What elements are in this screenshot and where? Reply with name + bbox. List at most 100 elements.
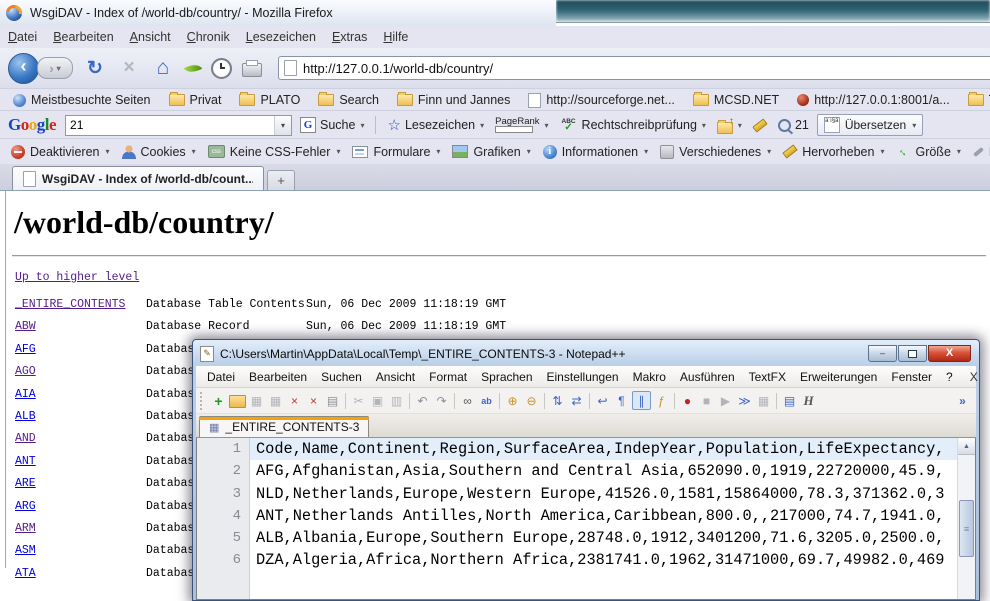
listing-link[interactable]: ARE: [15, 473, 146, 495]
html-preview-icon[interactable]: H: [800, 392, 817, 409]
menu-item[interactable]: Lesezeichen: [238, 30, 324, 44]
toolbar-separator[interactable]: [454, 393, 455, 409]
webdev-menu-button[interactable]: Verschiedenes ▾: [655, 145, 776, 159]
notepad-menu-item[interactable]: Bearbeiten: [242, 370, 314, 384]
bookmark-item[interactable]: MCSD.NET: [686, 93, 786, 107]
notepad-menu-item[interactable]: Suchen: [314, 370, 369, 384]
webdev-menu-button[interactable]: Informationen ▾: [538, 145, 653, 159]
notepad-titlebar[interactable]: C:\Users\Martin\AppData\Local\Temp\_ENTI…: [193, 340, 979, 365]
bookmark-item[interactable]: Privat: [162, 93, 229, 107]
forward-icon[interactable]: [37, 57, 73, 79]
macro-play-icon[interactable]: ▶: [717, 392, 734, 409]
highlighter-button[interactable]: [750, 122, 770, 129]
pagerank-widget[interactable]: PageRank ▾: [492, 117, 551, 133]
menu-item[interactable]: Ansicht: [122, 30, 179, 44]
toolbar-separator[interactable]: [499, 393, 500, 409]
google-search-box[interactable]: ▾: [65, 115, 292, 136]
close-all-icon[interactable]: ×: [305, 392, 322, 409]
show-symbols-icon[interactable]: ¶: [613, 392, 630, 409]
bookmark-item[interactable]: http://127.0.0.1:8001/a...: [790, 93, 957, 107]
redo-icon[interactable]: ↷: [433, 392, 450, 409]
copy-icon[interactable]: ▣: [369, 392, 386, 409]
listing-link[interactable]: ARM: [15, 518, 146, 540]
close-button[interactable]: X: [928, 345, 971, 362]
notepad-menu-item[interactable]: Fenster: [884, 370, 939, 384]
webdev-menu-button[interactable]: Deaktivieren ▾: [6, 145, 115, 159]
listing-link[interactable]: AFG: [15, 339, 146, 361]
sage-feed-icon[interactable]: [184, 60, 202, 75]
webdev-menu-button[interactable]: Cookies ▾: [117, 145, 201, 159]
webdev-menu-button[interactable]: Formulare ▾: [347, 145, 445, 159]
paste-icon[interactable]: ▥: [388, 392, 405, 409]
bookmark-item[interactable]: http://sourceforge.net...: [521, 93, 682, 108]
macro-stop-icon[interactable]: ■: [698, 392, 715, 409]
notepad-menu-item[interactable]: Einstellungen: [540, 370, 626, 384]
menu-item[interactable]: Chronik: [179, 30, 238, 44]
notepad-menu-item[interactable]: Ansicht: [369, 370, 422, 384]
undo-icon[interactable]: ↶: [414, 392, 431, 409]
listing-link[interactable]: _ENTIRE_CONTENTS: [15, 294, 146, 316]
webdev-menu-button[interactable]: Hervorheben ▾: [778, 145, 889, 159]
notepad-menu-item[interactable]: Erweiterungen: [793, 370, 884, 384]
notepad-menu-item[interactable]: Ausführen: [673, 370, 742, 384]
listing-link[interactable]: ASM: [15, 540, 146, 562]
toolbar-separator[interactable]: [544, 393, 545, 409]
webdev-menu-button[interactable]: Größe ▾: [891, 145, 965, 159]
listing-link[interactable]: AND: [15, 428, 146, 450]
url-bar[interactable]: http://127.0.0.1/world-db/country/: [278, 56, 990, 80]
cut-icon[interactable]: ✂: [350, 392, 367, 409]
sync-vertical-icon[interactable]: ⇅: [549, 392, 566, 409]
bookmark-item[interactable]: PLATO: [232, 93, 307, 107]
menu-item[interactable]: Extras: [324, 30, 375, 44]
toolbar-separator[interactable]: [674, 393, 675, 409]
listing-link[interactable]: ABW: [15, 316, 146, 338]
notepad-menu-item[interactable]: ?: [939, 370, 960, 384]
google-bookmarks-button[interactable]: ☆ Lesezeichen ▾: [384, 116, 487, 134]
reload-icon[interactable]: ↻: [83, 57, 107, 80]
word-wrap-icon[interactable]: ↩: [594, 392, 611, 409]
menu-item[interactable]: Hilfe: [375, 30, 416, 44]
webdev-menu-button[interactable]: Extras ▾: [968, 145, 990, 159]
macro-run-multiple-icon[interactable]: ≫: [736, 392, 753, 409]
google-search-input[interactable]: [66, 118, 274, 132]
close-file-icon[interactable]: ×: [286, 392, 303, 409]
back-icon[interactable]: [8, 53, 39, 84]
scroll-up-icon[interactable]: ▲: [958, 438, 975, 455]
function-list-icon[interactable]: ƒ: [653, 392, 670, 409]
word-find-button[interactable]: 21: [775, 118, 812, 132]
save-all-icon[interactable]: ▦: [267, 392, 284, 409]
notepad-menu-item[interactable]: Format: [422, 370, 474, 384]
print-icon[interactable]: [242, 63, 262, 77]
notepad-menu-item[interactable]: TextFX: [742, 370, 793, 384]
history-clock-icon[interactable]: [211, 58, 232, 79]
indent-guide-icon[interactable]: ∥: [632, 391, 651, 410]
spellcheck-button[interactable]: ABC✓ Rechtschreibprüfung ▾: [557, 118, 709, 132]
webdev-menu-button[interactable]: Grafiken ▾: [447, 145, 535, 159]
document-close-button[interactable]: X: [960, 370, 988, 384]
notepad-document-tab[interactable]: ▦ _ENTIRE_CONTENTS-3: [199, 416, 369, 437]
bookmark-item[interactable]: Finn und Jannes: [390, 93, 517, 107]
home-icon[interactable]: ⌂: [151, 56, 175, 80]
bookmark-item[interactable]: Search: [311, 93, 386, 107]
stop-icon[interactable]: ×: [117, 57, 141, 79]
bookmark-item[interactable]: Meistbesuchte Seiten: [6, 93, 158, 107]
minimize-button[interactable]: –: [868, 345, 897, 362]
bookmark-item[interactable]: Tree Samples: [961, 93, 990, 107]
listing-link[interactable]: ARG: [15, 496, 146, 518]
listing-link[interactable]: AIA: [15, 384, 146, 406]
scrollbar-thumb[interactable]: ≡: [959, 500, 974, 557]
doc-switcher-icon[interactable]: ▤: [781, 392, 798, 409]
replace-icon[interactable]: ab: [478, 392, 495, 409]
listing-link[interactable]: ANT: [15, 451, 146, 473]
toolbar-separator[interactable]: [589, 393, 590, 409]
autofill-button[interactable]: ▾: [714, 119, 745, 132]
restore-button[interactable]: [898, 345, 927, 362]
editor-area[interactable]: 1 Code,Name,Continent,Region,SurfaceArea…: [196, 438, 976, 600]
toolbar-overflow-icon[interactable]: »: [954, 392, 971, 409]
macro-save-icon[interactable]: ▦: [755, 392, 772, 409]
menu-item[interactable]: Bearbeiten: [45, 30, 121, 44]
listing-link[interactable]: ALB: [15, 406, 146, 428]
zoom-out-icon[interactable]: ⊖: [523, 392, 540, 409]
zoom-in-icon[interactable]: ⊕: [504, 392, 521, 409]
macro-record-icon[interactable]: ●: [679, 392, 696, 409]
